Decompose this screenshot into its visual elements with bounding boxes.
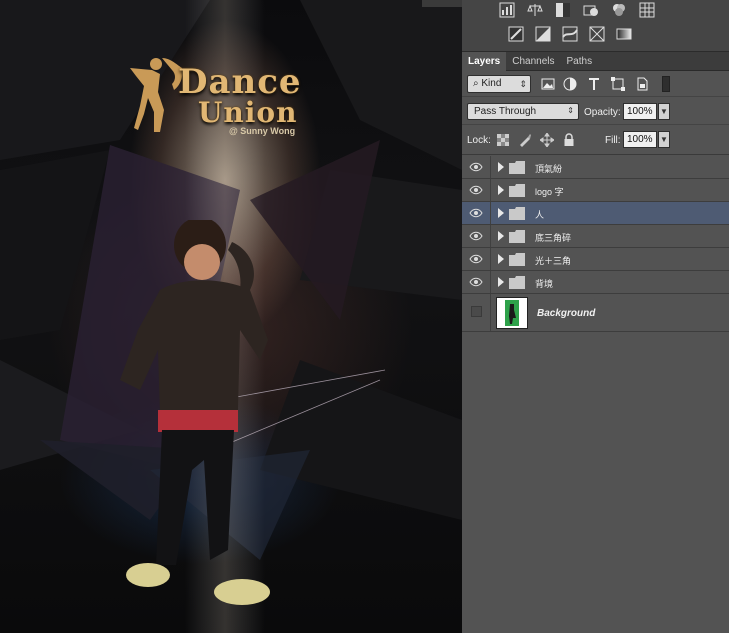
layer-name: 背境 xyxy=(535,279,554,289)
lock-transparent-pixels-icon[interactable] xyxy=(496,133,510,147)
shape-filter-icon[interactable] xyxy=(610,76,626,92)
channel-mixer-icon[interactable] xyxy=(609,0,628,19)
expand-triangle-icon[interactable] xyxy=(498,277,504,287)
chevron-updown-icon: ⇕ xyxy=(519,79,527,89)
folder-icon xyxy=(509,207,525,220)
logo-credit: @ Sunny Wong xyxy=(229,126,296,136)
lock-position-icon[interactable] xyxy=(540,133,554,147)
visibility-eye-icon[interactable] xyxy=(462,271,491,293)
black-white-icon[interactable] xyxy=(553,0,572,19)
gradient-map-icon[interactable] xyxy=(614,24,633,43)
document-canvas[interactable]: Dance Union @ Sunny Wong xyxy=(0,0,462,633)
visibility-off-box xyxy=(471,306,482,317)
blend-mode-bar: Pass Through ⇕ Opacity: 100% ▼ xyxy=(462,97,729,125)
layer-row[interactable]: 背境 xyxy=(462,271,729,294)
tab-layers[interactable]: Layers xyxy=(462,52,507,71)
adjustments-panel xyxy=(422,0,729,52)
expand-triangle-icon[interactable] xyxy=(498,254,504,264)
logo-title-line2: Union xyxy=(198,96,298,129)
layer-row[interactable]: 光＋三角 xyxy=(462,248,729,271)
filter-kind-label: Kind xyxy=(481,78,502,89)
lock-label: Lock: xyxy=(467,135,491,146)
opacity-dropdown-icon[interactable]: ▼ xyxy=(658,103,670,120)
layer-row-selected[interactable]: 人 xyxy=(462,202,729,225)
blend-mode-select[interactable]: Pass Through ⇕ xyxy=(467,103,579,120)
lock-all-icon[interactable] xyxy=(562,133,576,147)
panel-collapse-tab[interactable] xyxy=(422,0,462,7)
visibility-eye-icon[interactable] xyxy=(462,248,491,270)
photo-filter-icon[interactable] xyxy=(581,0,600,19)
folder-icon xyxy=(509,253,525,266)
adjustment-filter-icon[interactable] xyxy=(562,76,578,92)
smart-object-filter-icon[interactable] xyxy=(634,76,650,92)
expand-triangle-icon[interactable] xyxy=(498,162,504,172)
right-panel: Layers Channels Paths ⌕ Kind ⇕ Pass Thro… xyxy=(422,0,729,633)
layer-name: 人 xyxy=(535,210,545,220)
fill-dropdown-icon[interactable]: ▼ xyxy=(658,131,670,148)
layer-name: 底三角碎 xyxy=(535,233,572,243)
layer-name: 光＋三角 xyxy=(535,256,572,266)
visibility-eye-icon[interactable] xyxy=(462,225,491,247)
visibility-eye-icon[interactable] xyxy=(462,202,491,224)
layer-row[interactable]: 頂氣紛 xyxy=(462,156,729,179)
thumbnail-image xyxy=(505,300,519,326)
invert-icon[interactable] xyxy=(506,24,525,43)
type-filter-icon[interactable] xyxy=(586,76,602,92)
expand-triangle-icon[interactable] xyxy=(498,231,504,241)
layer-row[interactable]: 底三角碎 xyxy=(462,225,729,248)
tab-paths[interactable]: Paths xyxy=(561,52,599,71)
layer-filter-bar: ⌕ Kind ⇕ xyxy=(462,72,729,97)
filter-kind-select[interactable]: ⌕ Kind ⇕ xyxy=(467,75,531,93)
folder-icon xyxy=(509,230,525,243)
layer-name: Background xyxy=(537,308,596,319)
visibility-eye-icon[interactable] xyxy=(462,156,491,178)
visibility-eye-icon[interactable] xyxy=(462,179,491,201)
layer-name: logo 字 xyxy=(535,187,564,197)
posterize-icon[interactable] xyxy=(533,24,552,43)
layers-panel-tabs: Layers Channels Paths xyxy=(462,52,729,71)
filter-toggle-switch[interactable] xyxy=(662,76,670,92)
fill-input[interactable]: 100% xyxy=(623,131,657,148)
expand-triangle-icon[interactable] xyxy=(498,185,504,195)
balance-icon[interactable] xyxy=(525,0,544,19)
selective-color-icon[interactable] xyxy=(587,24,606,43)
image-filter-icon[interactable] xyxy=(540,76,556,92)
lock-bar: Lock: Fill: 100% ▼ xyxy=(462,125,729,155)
visibility-toggle[interactable] xyxy=(462,294,491,331)
expand-triangle-icon[interactable] xyxy=(498,208,504,218)
lock-image-pixels-icon[interactable] xyxy=(518,133,532,147)
opacity-input[interactable]: 100% xyxy=(623,103,657,120)
layers-list: 頂氣紛 logo 字 人 底三角碎 光＋三角 背境 Background xyxy=(462,156,729,332)
levels-icon[interactable] xyxy=(497,0,516,19)
opacity-label: Opacity: xyxy=(584,107,621,118)
color-lookup-icon[interactable] xyxy=(637,0,656,19)
tab-channels[interactable]: Channels xyxy=(506,52,560,71)
layer-name: 頂氣紛 xyxy=(535,164,563,174)
threshold-icon[interactable] xyxy=(560,24,579,43)
blend-mode-value: Pass Through xyxy=(474,106,537,117)
folder-icon xyxy=(509,184,525,197)
fill-label: Fill: xyxy=(605,135,621,146)
layer-row[interactable]: logo 字 xyxy=(462,179,729,202)
background-thumbnail xyxy=(496,297,528,329)
dancer-figure xyxy=(120,220,270,605)
background-layer-row[interactable]: Background xyxy=(462,294,729,332)
folder-icon xyxy=(509,276,525,289)
folder-icon xyxy=(509,161,525,174)
chevron-updown-icon: ⇕ xyxy=(567,106,574,115)
